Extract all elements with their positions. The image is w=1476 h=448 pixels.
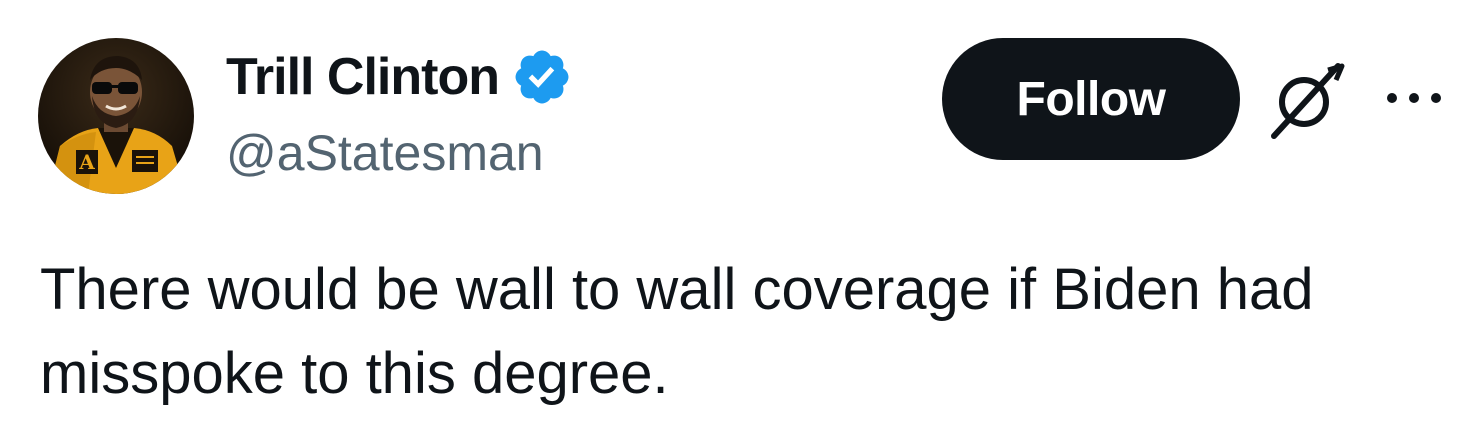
- author-handle[interactable]: @aStatesman: [226, 124, 544, 182]
- grok-icon[interactable]: [1266, 60, 1350, 140]
- tweet-text: There would be wall to wall coverage if …: [40, 257, 1314, 406]
- tweet-card: A Trill Clinton @aStatesman Follow There…: [0, 0, 1476, 448]
- avatar-image: A: [38, 38, 194, 194]
- display-name[interactable]: Trill Clinton: [226, 47, 500, 107]
- avatar[interactable]: A: [38, 38, 194, 194]
- author-name-row: Trill Clinton: [226, 44, 573, 110]
- verified-badge-icon[interactable]: [511, 46, 573, 108]
- follow-button[interactable]: Follow: [942, 38, 1240, 160]
- svg-text:A: A: [78, 150, 95, 174]
- more-options-icon[interactable]: [1384, 86, 1444, 110]
